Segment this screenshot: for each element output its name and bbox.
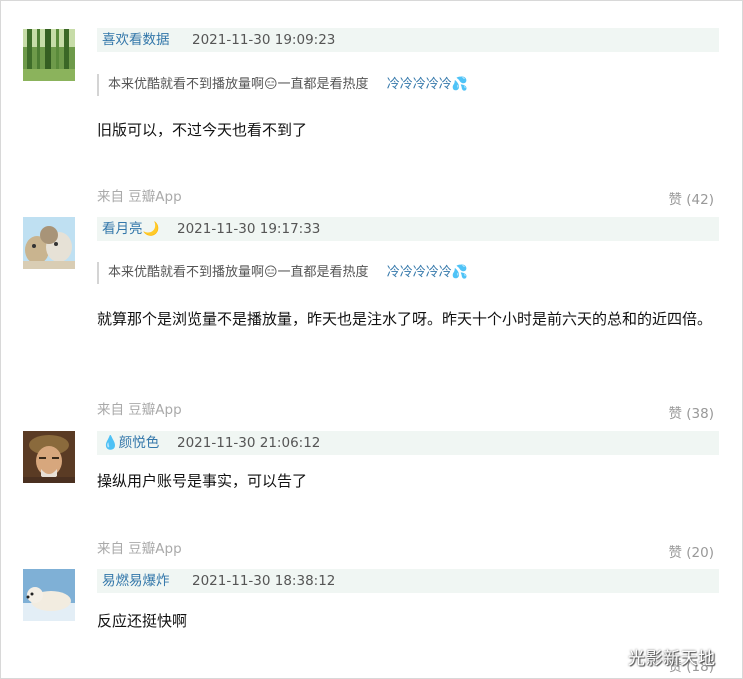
quote-author-link[interactable]: 冷冷冷冷冷💦 bbox=[387, 77, 468, 92]
vote-button[interactable]: 赞 (20) bbox=[668, 541, 714, 561]
username-link[interactable]: 易燃易爆炸 bbox=[102, 569, 170, 593]
comment-content: 操纵用户账号是事实，可以告了 bbox=[97, 472, 308, 490]
username-link[interactable]: 💧颜悦色 bbox=[102, 431, 159, 455]
comment-time: 2021-11-30 19:17:33 bbox=[177, 221, 321, 237]
comment-time: 2021-11-30 18:38:12 bbox=[192, 573, 336, 589]
cartoon-animals-avatar[interactable] bbox=[23, 217, 75, 269]
quote-author-link[interactable]: 冷冷冷冷冷💦 bbox=[387, 265, 468, 280]
comment-content: 就算那个是浏览量不是播放量，昨天也是注水了呀。昨天十个小时是前六天的总和的近四倍… bbox=[97, 310, 713, 328]
comment-content: 反应还挺快啊 bbox=[97, 612, 188, 630]
vote-button[interactable]: 赞 (42) bbox=[668, 188, 714, 208]
man-portrait-avatar[interactable] bbox=[23, 431, 75, 483]
comment-source: 来自 豆瓣App bbox=[97, 402, 182, 418]
comment-source: 来自 豆瓣App bbox=[97, 541, 182, 557]
watermark: 光影新天地 bbox=[628, 649, 716, 669]
quote-block: 本来优酷就看不到播放量啊😑一直都是看热度 冷冷冷冷冷💦 bbox=[97, 262, 468, 284]
comment-time: 2021-11-30 19:09:23 bbox=[192, 32, 336, 48]
vote-button[interactable]: 赞 (38) bbox=[668, 402, 714, 422]
quote-text: 本来优酷就看不到播放量啊😑一直都是看热度 bbox=[108, 265, 369, 280]
username-link[interactable]: 看月亮🌙 bbox=[102, 217, 159, 241]
username-link[interactable]: 喜欢看数据 bbox=[102, 28, 170, 52]
comment-header: 喜欢看数据 2021-11-30 19:09:23 bbox=[97, 28, 719, 52]
quote-text: 本来优酷就看不到播放量啊😑一直都是看热度 bbox=[108, 77, 369, 92]
comment-header: 看月亮🌙 2021-11-30 19:17:33 bbox=[97, 217, 719, 241]
comment-header: 易燃易爆炸 2021-11-30 18:38:12 bbox=[97, 569, 719, 593]
comment-content: 旧版可以，不过今天也看不到了 bbox=[97, 121, 308, 139]
forest-avatar[interactable] bbox=[23, 29, 75, 81]
comment-header: 💧颜悦色 2021-11-30 21:06:12 bbox=[97, 431, 719, 455]
polar-bear-avatar[interactable] bbox=[23, 569, 75, 621]
comment-time: 2021-11-30 21:06:12 bbox=[177, 435, 321, 451]
comment-source: 来自 豆瓣App bbox=[97, 189, 182, 205]
quote-block: 本来优酷就看不到播放量啊😑一直都是看热度 冷冷冷冷冷💦 bbox=[97, 74, 468, 96]
